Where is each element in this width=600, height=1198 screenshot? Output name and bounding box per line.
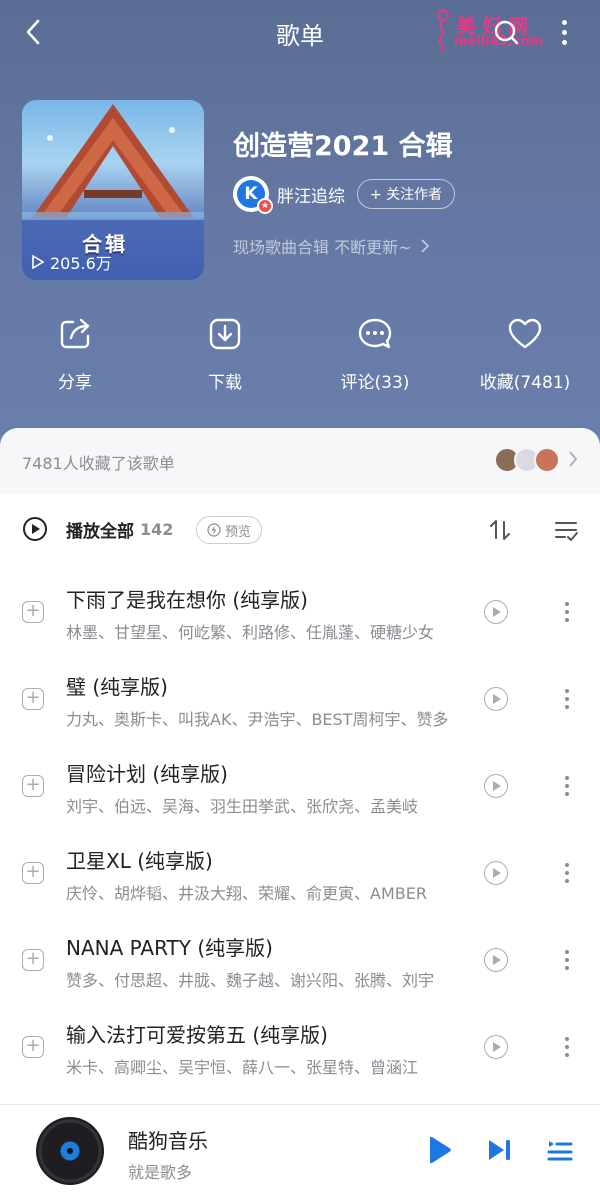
sort-icon [490, 520, 510, 540]
song-title: 输入法打可爱按第五 (纯享版) [66, 1023, 328, 1047]
preview-label: 预览 [225, 524, 252, 540]
song-artists: 林墨、甘望星、何屹繁、利路修、任胤蓬、硬糖少女 [66, 623, 435, 642]
avatar [534, 447, 560, 473]
song-artists: 力丸、奥斯卡、叫我AK、尹浩宇、BEST周柯宇、赞多 [66, 710, 449, 729]
follow-author-button[interactable]: + 关注作者 [357, 179, 456, 209]
mv-play-icon[interactable] [484, 600, 508, 624]
mv-play-icon[interactable] [484, 1035, 508, 1059]
chevron-right-icon [569, 451, 578, 467]
song-row[interactable]: + 下雨了是我在想你 (纯享版) 林墨、甘望星、何屹繁、利路修、任胤蓬、硬糖少女 [0, 576, 600, 663]
song-title: 卫星XL (纯享版) [66, 849, 213, 873]
play-outline-icon [32, 255, 44, 269]
add-icon[interactable]: + [22, 949, 44, 971]
add-icon[interactable]: + [22, 601, 44, 623]
song-row[interactable]: + 璧 (纯享版) 力丸、奥斯卡、叫我AK、尹浩宇、BEST周柯宇、赞多 [0, 663, 600, 750]
search-button[interactable] [492, 18, 520, 46]
skip-next-icon [489, 1140, 510, 1160]
preview-button[interactable]: 预览 [196, 516, 263, 544]
more-options-button[interactable] [552, 16, 576, 48]
mv-play-icon[interactable] [484, 774, 508, 798]
song-list: + 下雨了是我在想你 (纯享版) 林墨、甘望星、何屹繁、利路修、任胤蓬、硬糖少女… [0, 576, 600, 1098]
song-more-icon[interactable] [560, 946, 574, 974]
add-icon[interactable]: + [22, 775, 44, 797]
song-artists: 庆怜、胡烨韬、井汲大翔、荣耀、俞更寅、AMBER [66, 884, 427, 903]
comment-button[interactable]: 评论(33) [315, 312, 435, 393]
download-icon [209, 318, 241, 350]
share-button[interactable]: 分享 [15, 312, 135, 393]
play-icon [430, 1136, 451, 1164]
action-label: 收藏(7481) [479, 373, 571, 393]
favorites-row[interactable]: 7481人收藏了该歌单 [0, 428, 600, 494]
song-more-icon[interactable] [560, 772, 574, 800]
queue-button[interactable] [545, 1135, 575, 1165]
author-avatar[interactable]: K ★ [233, 176, 273, 214]
top-bar: 歌单 美妇网 meili43.com [0, 0, 600, 64]
song-row[interactable]: + NANA PARTY (纯享版) 赞多、付思超、井胧、魏子越、谢兴阳、张腾、… [0, 924, 600, 1011]
song-count: 142 [140, 519, 174, 539]
song-row[interactable]: + 输入法打可爱按第五 (纯享版) 米卡、高卿尘、吴宇恒、薛八一、张星特、曾涵江 [0, 1011, 600, 1098]
description-text: 现场歌曲合辑 不断更新~ [233, 238, 412, 257]
song-artists: 米卡、高卿尘、吴宇恒、薛八一、张星特、曾涵江 [66, 1058, 419, 1077]
search-icon [494, 20, 519, 45]
song-title: 下雨了是我在想你 (纯享版) [66, 588, 308, 612]
playlist-panel: 7481人收藏了该歌单 播放全部 142 预览 + 下雨了是我在想你 (纯享版) [0, 428, 600, 1104]
author-name[interactable]: 胖汪追综 [277, 182, 345, 207]
favorite-button[interactable]: 收藏(7481) [465, 312, 585, 393]
add-icon[interactable]: + [22, 688, 44, 710]
song-more-icon[interactable] [560, 598, 574, 626]
song-row[interactable]: + 卫星XL (纯享版) 庆怜、胡烨韬、井汲大翔、荣耀、俞更寅、AMBER [0, 837, 600, 924]
song-more-icon[interactable] [560, 685, 574, 713]
song-more-icon[interactable] [560, 859, 574, 887]
song-row[interactable]: + 冒险计划 (纯享版) 刘宇、伯远、吴海、羽生田挙武、张欣尧、孟美岐 [0, 750, 600, 837]
play-all-button[interactable]: 播放全部 142 [22, 516, 173, 542]
play-circle-icon [23, 517, 47, 541]
author-row: K ★ 胖汪追综 + 关注作者 [233, 176, 456, 214]
song-title: NANA PARTY (纯享版) [66, 936, 273, 960]
mv-play-icon[interactable] [484, 687, 508, 711]
play-count: 205.6万 [32, 250, 112, 274]
song-more-icon[interactable] [560, 1033, 574, 1061]
download-button[interactable]: 下载 [165, 312, 285, 393]
list-check-icon [555, 522, 578, 541]
play-count-value: 205.6万 [50, 254, 112, 273]
play-all-label: 播放全部 [66, 521, 134, 542]
player-subtitle: 就是歌多 [128, 1163, 193, 1182]
star-badge-icon: ★ [257, 198, 273, 214]
lightning-icon [207, 523, 221, 537]
comment-icon [358, 318, 392, 349]
add-icon[interactable]: + [22, 862, 44, 884]
favorite-avatars [494, 447, 564, 473]
player-title: 酷狗音乐 [128, 1129, 208, 1153]
song-title: 璧 (纯享版) [66, 675, 168, 699]
mini-player[interactable]: 酷狗音乐 就是歌多 [0, 1104, 600, 1198]
album-title: 创造营2021 合辑 [233, 131, 453, 162]
chevron-right-icon [420, 239, 429, 253]
song-title: 冒险计划 (纯享版) [66, 762, 228, 786]
song-artists: 刘宇、伯远、吴海、羽生田挙武、张欣尧、孟美岐 [66, 797, 419, 816]
album-cover[interactable]: 合辑 205.6万 [22, 100, 204, 280]
action-bar: 分享 下载 评论(33) 收藏(7481) [0, 312, 600, 393]
album-description[interactable]: 现场歌曲合辑 不断更新~ [233, 234, 430, 258]
multi-select-button[interactable] [552, 516, 580, 544]
song-artists: 赞多、付思超、井胧、魏子越、谢兴阳、张腾、刘宇 [66, 971, 435, 990]
vinyl-disc-icon[interactable] [36, 1117, 104, 1185]
action-label: 分享 [58, 373, 92, 393]
mv-play-icon[interactable] [484, 861, 508, 885]
action-label: 下载 [208, 373, 242, 393]
play-button[interactable] [424, 1135, 454, 1165]
heart-icon [508, 318, 542, 349]
next-button[interactable] [485, 1135, 515, 1165]
play-all-row: 播放全部 142 预览 [0, 512, 600, 552]
favorites-text: 7481人收藏了该歌单 [22, 454, 175, 473]
share-icon [60, 318, 90, 349]
add-icon[interactable]: + [22, 1036, 44, 1058]
action-label: 评论(33) [340, 373, 410, 393]
figure-icon [437, 9, 449, 53]
queue-list-icon [547, 1141, 573, 1161]
sort-button[interactable] [486, 516, 514, 544]
mv-play-icon[interactable] [484, 948, 508, 972]
